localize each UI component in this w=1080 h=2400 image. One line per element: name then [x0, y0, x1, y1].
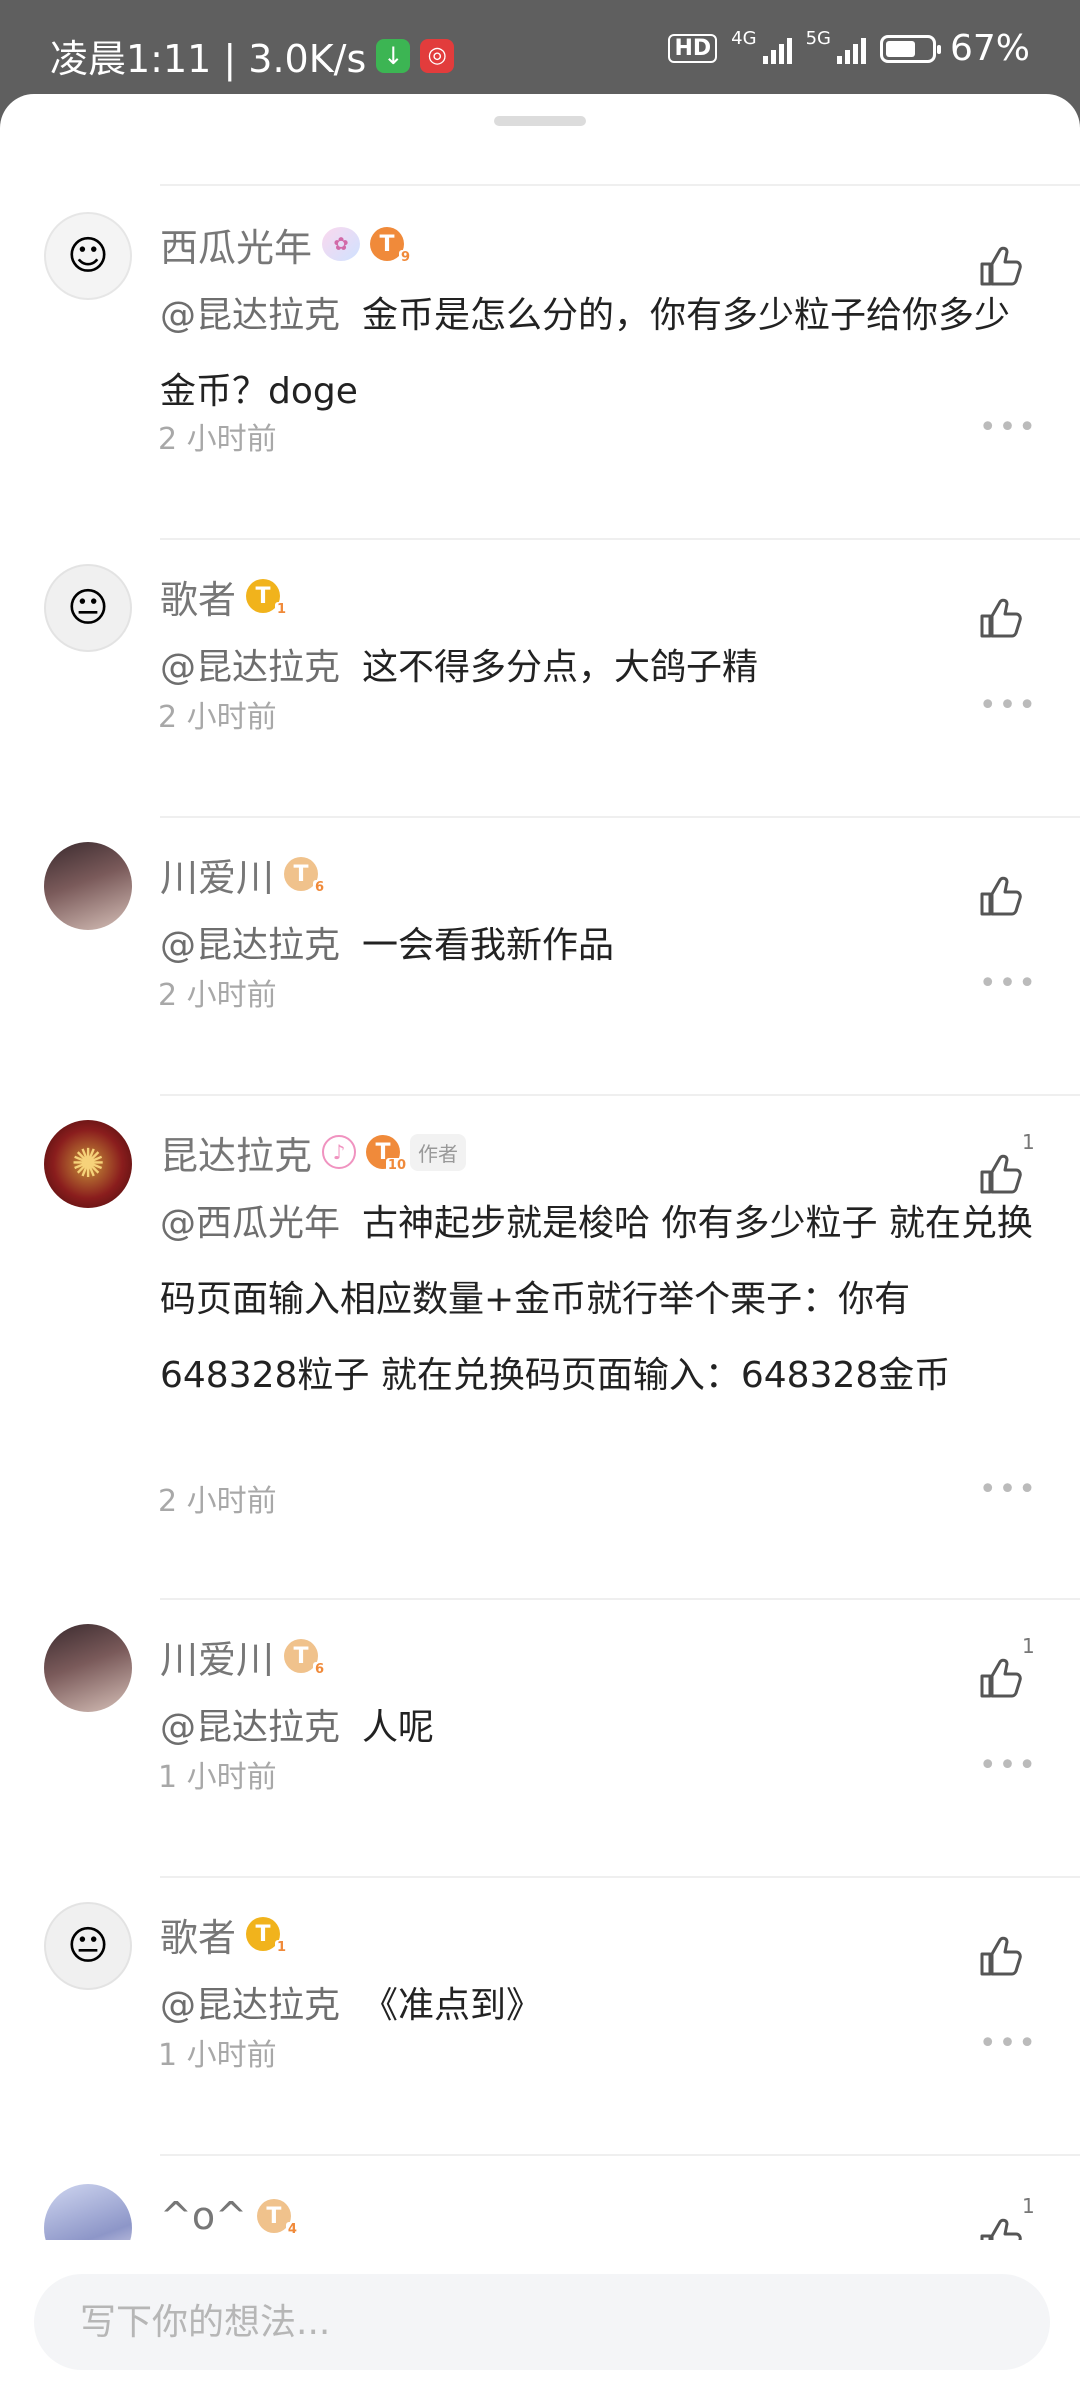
level-badge-icon: T9	[370, 227, 413, 265]
net-4g-label: 4G	[731, 28, 757, 49]
avatar[interactable]: 😐	[44, 564, 132, 652]
level-number: 9	[398, 250, 413, 265]
level-badge-icon: T6	[284, 857, 327, 895]
comment-text[interactable]: @昆达拉克 这不得多分点，大鸽子精	[160, 630, 1040, 706]
level-number: 10	[385, 1158, 409, 1173]
comment-sheet: ☺ 西瓜光年 ✿ T9 @昆达拉克 金币是怎么分的，你有多少粒子给你多少金币？do…	[0, 94, 1080, 2400]
vip-badge-icon: ♪	[322, 1135, 357, 1169]
thumbs-up-icon[interactable]	[976, 1932, 1024, 1980]
level-number: 1	[274, 602, 289, 617]
divider	[160, 538, 1080, 540]
divider	[160, 1094, 1080, 1096]
status-left: 凌晨1:11 | 3.0K/s ↓ ◎	[50, 28, 455, 83]
comment-time: 2 小时前	[158, 1484, 277, 1519]
fan-badge-icon: ✿	[322, 227, 361, 261]
hd-icon: HD	[668, 34, 718, 63]
divider	[160, 2154, 1080, 2156]
comment-time: 2 小时前	[158, 978, 277, 1013]
level-number: 6	[312, 880, 327, 895]
more-options-icon[interactable]: •••	[979, 688, 1038, 723]
comment-header: 歌者 T1	[160, 569, 289, 624]
more-options-icon[interactable]: •••	[979, 966, 1038, 1001]
divider	[160, 1598, 1080, 1600]
avatar[interactable]: 😐	[44, 1902, 132, 1990]
signal-5g-icon	[836, 34, 866, 64]
comment-body: 一会看我新作品	[362, 925, 615, 966]
status-bar: 凌晨1:11 | 3.0K/s ↓ ◎ HD 4G 5G 67%	[0, 0, 1080, 100]
divider	[160, 184, 1080, 186]
avatar[interactable]: ☺	[44, 212, 132, 300]
level-badge-icon: T1	[246, 579, 289, 617]
avatar[interactable]	[44, 842, 132, 930]
more-options-icon[interactable]: •••	[979, 1748, 1038, 1783]
author-tag: 作者	[410, 1133, 467, 1171]
comment-text[interactable]: @昆达拉克 人呢	[160, 1690, 1040, 1766]
mention-link[interactable]: @昆达拉克	[160, 925, 340, 966]
mention-link[interactable]: @昆达拉克	[160, 1707, 340, 1748]
more-options-icon[interactable]: •••	[979, 410, 1038, 445]
avatar[interactable]	[44, 1624, 132, 1712]
avatar[interactable]: ✺	[44, 1120, 132, 1208]
mention-link[interactable]: @西瓜光年	[160, 1203, 340, 1244]
username[interactable]: 川爱川	[160, 1629, 274, 1684]
mention-link[interactable]: @昆达拉克	[160, 1985, 340, 2026]
like-count: 1	[1022, 1130, 1035, 1154]
signal-4g-icon	[762, 34, 792, 64]
divider	[160, 816, 1080, 818]
comment-time: 2 小时前	[158, 422, 277, 457]
username[interactable]: 川爱川	[160, 847, 274, 902]
comment-text[interactable]: @西瓜光年 古神起步就是梭哈 你有多少粒子 就在兑换码页面输入相应数量+金币就行举…	[160, 1186, 1040, 1414]
username[interactable]: 歌者	[160, 569, 236, 624]
comment-text[interactable]: @昆达拉克 金币是怎么分的，你有多少粒子给你多少金币？doge	[160, 278, 1040, 430]
level-number: 6	[312, 1662, 327, 1677]
thumbs-up-icon[interactable]	[976, 872, 1024, 920]
like-count: 1	[1022, 1634, 1035, 1658]
netease-music-icon: ◎	[420, 38, 455, 73]
download-icon: ↓	[376, 38, 411, 73]
more-options-icon[interactable]: •••	[979, 1472, 1038, 1507]
comment-text[interactable]: @昆达拉克 一会看我新作品	[160, 908, 1040, 984]
username[interactable]: ^o^	[160, 2194, 247, 2238]
comment-header: 川爱川 T6	[160, 1629, 327, 1684]
level-badge-icon: T 10	[366, 1135, 409, 1173]
divider	[160, 1876, 1080, 1878]
status-time-speed: 凌晨1:11 | 3.0K/s	[50, 37, 367, 81]
net-5g-label: 5G	[805, 28, 831, 49]
comment-input[interactable]	[34, 2274, 1050, 2370]
comment-time: 1 小时前	[158, 1760, 277, 1795]
drag-handle[interactable]	[494, 116, 586, 126]
level-number: 1	[274, 1940, 289, 1955]
comment-input-bar	[0, 2240, 1080, 2400]
level-badge-icon: T1	[246, 1917, 289, 1955]
comment-body: 《准点到》	[362, 1985, 543, 2026]
battery-percent: 67%	[949, 28, 1030, 69]
thumbs-up-icon[interactable]	[976, 594, 1024, 642]
thumbs-up-icon[interactable]	[976, 1150, 1024, 1198]
battery-level	[885, 40, 916, 57]
comment-time: 2 小时前	[158, 700, 277, 735]
comment-header: 昆达拉克 ♪ T 10 作者	[160, 1125, 467, 1180]
username[interactable]: 西瓜光年	[160, 217, 312, 272]
comment-text[interactable]: @昆达拉克 《准点到》	[160, 1968, 1040, 2044]
level-badge-icon: T6	[284, 1639, 327, 1677]
username[interactable]: 昆达拉克	[160, 1125, 312, 1180]
username[interactable]: 歌者	[160, 1907, 236, 1962]
comment-header: ^o^ T4	[160, 2190, 299, 2242]
status-right: HD 4G 5G 67%	[668, 28, 1030, 69]
thumbs-up-icon[interactable]	[976, 1654, 1024, 1702]
comment-header: 西瓜光年 ✿ T9	[160, 217, 413, 272]
battery-icon	[879, 34, 941, 63]
mention-link[interactable]: @昆达拉克	[160, 647, 340, 688]
like-count: 1	[1022, 2194, 1035, 2218]
level-number: 4	[285, 2222, 299, 2237]
level-badge-icon: T4	[256, 2199, 299, 2237]
more-options-icon[interactable]: •••	[979, 2026, 1038, 2061]
comment-time: 1 小时前	[158, 2038, 277, 2073]
comment-body: 这不得多分点，大鸽子精	[362, 647, 759, 688]
thumbs-up-icon[interactable]	[976, 242, 1024, 290]
comment-header: 歌者 T1	[160, 1907, 289, 1962]
comment-body: 人呢	[362, 1707, 435, 1748]
comment-header: 川爱川 T6	[160, 847, 327, 902]
mention-link[interactable]: @昆达拉克	[160, 295, 340, 336]
